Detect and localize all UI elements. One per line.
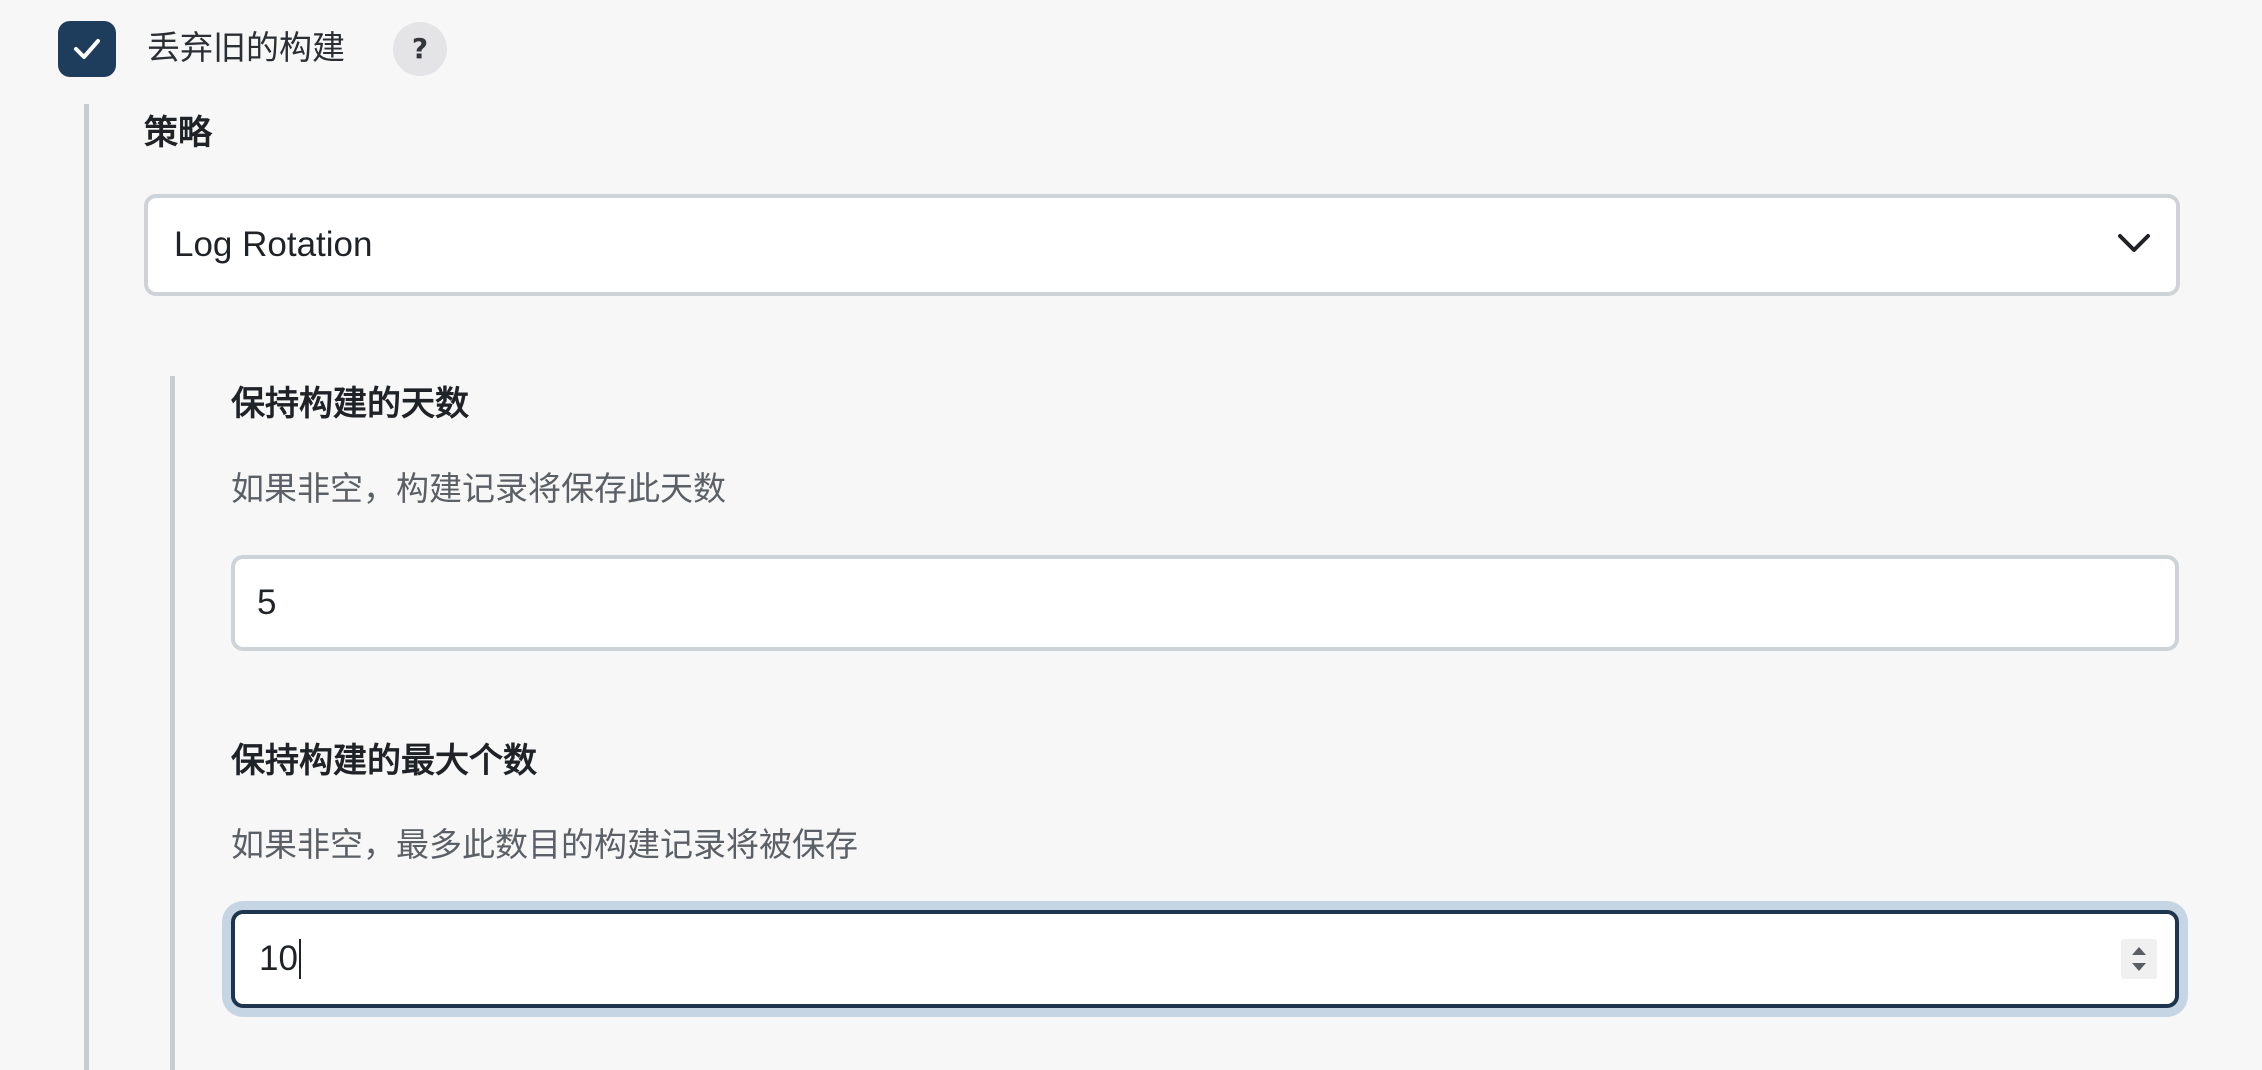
section-rail (84, 104, 89, 1070)
strategy-label: 策略 (144, 113, 212, 153)
number-spinner-icon[interactable] (2121, 939, 2157, 979)
max-builds-input[interactable]: 10 (231, 910, 2179, 1008)
days-to-keep-input[interactable]: 5 (231, 555, 2179, 651)
checkmark-icon (74, 39, 100, 59)
subsection-rail (170, 376, 175, 1070)
max-builds-value: 10 (259, 939, 298, 978)
discard-builds-checkbox[interactable] (58, 21, 116, 77)
max-builds-description: 如果非空，最多此数目的构建记录将被保存 (231, 825, 858, 864)
text-cursor (298, 938, 301, 979)
days-to-keep-value: 5 (257, 583, 277, 622)
strategy-select[interactable]: Log Rotation (144, 194, 2180, 296)
days-to-keep-description: 如果非空，构建记录将保存此天数 (231, 469, 726, 508)
question-mark-icon[interactable]: ? (393, 22, 447, 76)
chevron-down-icon (2118, 234, 2150, 252)
discard-builds-label[interactable]: 丢弃旧的构建 (147, 24, 345, 72)
days-to-keep-title: 保持构建的天数 (231, 384, 469, 424)
strategy-selected-value: Log Rotation (174, 225, 373, 264)
max-builds-title: 保持构建的最大个数 (231, 741, 537, 781)
